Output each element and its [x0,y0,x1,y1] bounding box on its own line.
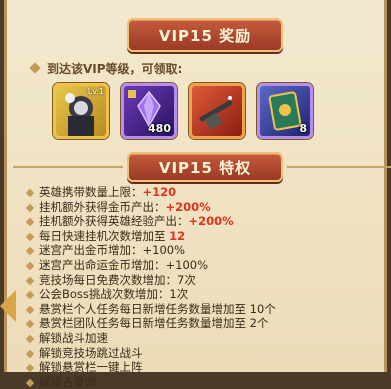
hero-level: Lv.1 [87,87,104,96]
diamond-bullet-icon [25,188,35,198]
crystal-quantity: 480 [148,122,171,135]
diamond-bullet-icon [25,320,35,329]
privilege-text: 英雄携带数量上限： [39,185,143,199]
diamond-bullet-icon [25,247,35,256]
diamond-bullet-icon [25,261,35,271]
reward-item-rune[interactable]: 8 [257,83,313,139]
rewards-subtitle: 到达该VIP等级，可领取: [29,60,183,77]
privilege-text: 每日快速挂机次数增加至 [39,228,170,243]
privileges-title: VIP15 特权 [158,158,252,177]
privilege-text: 迷宫产出金币增加：+100% [39,243,186,258]
diamond-bullet-icon [25,349,35,358]
diamond-bullet-icon [25,378,35,387]
privilege-text: 悬赏栏个人任务每日新增任务数量增加至 10个 [39,301,276,316]
reward-item-hero[interactable]: Lv.1 [53,83,109,139]
reward-items: Lv.1 480 8 [53,83,313,139]
privilege-item: 迷宫产出金币增加：+100% [25,243,385,258]
privileges-title-banner: VIP15 特权 [13,152,391,182]
vip-panel: VIP15 奖励 到达该VIP等级，可领取: Lv.1 480 8 VIP15 … [4,0,391,389]
privilege-text: 竞技场每日免费次数增加：7次 [39,272,196,287]
weapon-icon [199,96,233,130]
diamond-bullet-icon [25,276,35,285]
diamond-bullet-icon [25,363,35,373]
diamond-bullet-icon [25,334,35,344]
privilege-item: 每日快速挂机次数增加至 12 [25,229,385,244]
rewards-title-banner: VIP15 奖励 [127,18,283,52]
privilege-item: 解锁竞技场跳过战斗 [25,346,385,361]
privilege-item: 迷宫产出命运金币增加：+100% [25,258,385,273]
privilege-text: 解锁竞技场跳过战斗 [39,345,143,360]
diamond-bullet-icon [25,305,35,314]
privilege-item: 竞技场每日免费次数增加：7次 [25,273,385,288]
privilege-item: 英雄携带数量上限：+120 [25,185,385,200]
privilege-text: 挂机额外获得英雄经验产出： [39,214,189,229]
privilege-list: 英雄携带数量上限：+120 挂机额外获得金币产出：+200% 挂机额外获得英雄经验产… [25,185,385,389]
privilege-text: 解锁占星师 [39,374,97,389]
rune-quantity: 8 [299,122,307,135]
reward-item-weapon[interactable] [189,83,245,139]
privilege-text: 公会Boss挑战次数增加：1次 [39,287,189,302]
privilege-item: 解锁占星师 [25,375,385,389]
privilege-item: 公会Boss挑战次数增加：1次 [25,287,385,302]
rewards-title: VIP15 奖励 [158,26,252,45]
privilege-value: 12 [169,228,186,243]
privilege-value: +200% [165,199,211,214]
rewards-subtitle-text: 到达该VIP等级，可领取: [47,62,183,76]
privilege-text: 挂机额外获得金币产出： [39,199,166,214]
diamond-bullet-icon [25,203,35,212]
privilege-text: 悬赏栏团队任务每日新增任务数量增加至 2个 [39,316,269,331]
diamond-bullet-icon [25,232,35,242]
privilege-text: 迷宫产出命运金币增加：+100% [39,257,209,272]
privilege-item: 悬赏栏个人任务每日新增任务数量增加至 10个 [25,302,385,317]
diamond-bullet-icon [25,217,35,227]
privilege-item: 悬赏栏团队任务每日新增任务数量增加至 2个 [25,316,385,331]
privilege-item: 解锁战斗加速 [25,331,385,346]
privilege-text: 解锁悬赏栏一键上阵 [39,360,143,375]
privilege-item: 挂机额外获得英雄经验产出：+200% [25,214,385,229]
reward-item-crystal[interactable]: 480 [121,83,177,139]
privilege-text: 解锁战斗加速 [39,330,108,345]
diamond-bullet-icon [29,62,41,74]
privilege-value: +120 [142,185,177,199]
diamond-bullet-icon [25,290,35,300]
privilege-item: 挂机额外获得金币产出：+200% [25,200,385,215]
privilege-value: +200% [188,214,234,229]
privilege-item: 解锁悬赏栏一键上阵 [25,360,385,375]
